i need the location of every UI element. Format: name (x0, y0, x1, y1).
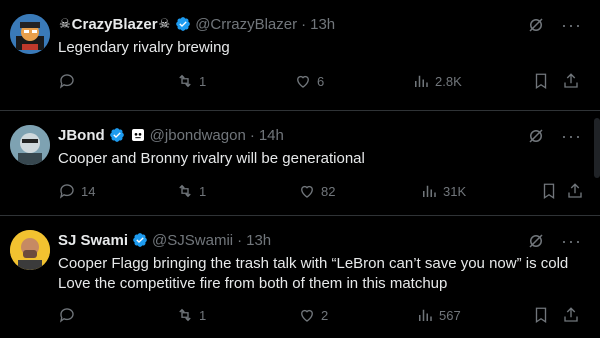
more-options-icon[interactable]: ··· (561, 127, 582, 145)
views-button[interactable]: 567 (416, 306, 461, 324)
reply-button[interactable]: 14 (58, 182, 95, 200)
share-icon (564, 307, 578, 322)
heart-icon (301, 309, 313, 322)
reply-icon (59, 74, 74, 89)
avatar[interactable] (10, 14, 50, 54)
tweet-1[interactable]: ☠ CrazyBlazer ☠ @CrrazyBlazer · 13h ··· … (0, 0, 600, 108)
share-button[interactable] (566, 182, 584, 200)
grok-icon[interactable] (527, 232, 545, 250)
grok-icon[interactable] (527, 127, 545, 145)
reply-count: 14 (81, 183, 96, 199)
tweet-text: Cooper and Bronny rivalry will be genera… (58, 150, 365, 167)
views-count: 31K (443, 183, 467, 199)
timestamp[interactable]: 13h (246, 232, 271, 249)
display-name[interactable]: SJ Swami (58, 232, 128, 249)
verified-badge-icon (133, 233, 147, 247)
like-count: 6 (317, 73, 325, 89)
bookmark-button[interactable] (532, 72, 550, 90)
tweet-text: Cooper Flagg bringing the trash talk wit… (58, 255, 569, 292)
verified-badge-icon (176, 17, 191, 31)
retweet-button[interactable]: 1 (176, 72, 206, 90)
bookmark-icon (543, 183, 555, 200)
retweet-count: 1 (199, 183, 207, 199)
share-icon (564, 73, 578, 88)
share-button[interactable] (562, 72, 580, 90)
tweet-text: Legendary rivalry brewing (58, 39, 230, 56)
affiliate-badge-icon (131, 129, 144, 141)
share-button[interactable] (562, 306, 580, 324)
views-button[interactable]: 2.8K (412, 72, 462, 90)
views-chart-icon (423, 185, 436, 197)
share-icon (568, 183, 582, 198)
reply-button[interactable] (58, 306, 81, 324)
handle[interactable]: @jbondwagon (150, 127, 246, 144)
verified-badge-icon (109, 128, 124, 142)
separator-dot: · (237, 231, 243, 249)
avatar[interactable] (10, 125, 50, 165)
retweet-count: 1 (199, 73, 207, 89)
like-count: 82 (321, 183, 336, 199)
heart-icon (297, 75, 309, 88)
grok-icon[interactable] (527, 16, 545, 34)
views-count: 2.8K (435, 73, 462, 89)
reply-button[interactable] (58, 72, 81, 90)
bookmark-icon (535, 73, 547, 90)
views-chart-icon (419, 309, 432, 321)
reply-icon (59, 184, 74, 199)
bookmark-button[interactable] (540, 182, 558, 200)
separator-dot: · (249, 126, 255, 144)
tweet-2[interactable]: JBond @jbondwagon · 14h ··· Cooper and B… (0, 111, 600, 214)
skull-crossbones-icon: ☠ (158, 16, 171, 31)
like-button[interactable]: 2 (298, 306, 328, 324)
handle[interactable]: @CrrazyBlazer (195, 16, 297, 33)
handle[interactable]: @SJSwamii (152, 232, 233, 249)
views-count: 567 (439, 307, 461, 323)
bookmark-icon (535, 307, 547, 324)
tweet-3[interactable]: SJ Swami @SJSwamii · 13h ··· Cooper Flag… (0, 216, 600, 338)
like-button[interactable]: 82 (298, 182, 335, 200)
more-options-icon[interactable]: ··· (561, 16, 582, 34)
timestamp[interactable]: 13h (310, 16, 335, 33)
retweet-button[interactable]: 1 (176, 182, 206, 200)
bookmark-button[interactable] (532, 306, 550, 324)
timestamp[interactable]: 14h (259, 127, 284, 144)
retweet-icon (179, 184, 191, 198)
avatar[interactable] (10, 230, 50, 270)
more-options-icon[interactable]: ··· (561, 232, 582, 250)
retweet-button[interactable]: 1 (176, 306, 206, 324)
like-count: 2 (321, 307, 329, 323)
separator-dot: · (301, 15, 307, 33)
views-chart-icon (415, 75, 428, 87)
display-name[interactable]: JBond (58, 127, 105, 144)
skull-crossbones-icon: ☠ (59, 16, 71, 31)
views-button[interactable]: 31K (420, 182, 466, 200)
display-name[interactable]: CrazyBlazer (72, 16, 158, 33)
reply-icon (59, 308, 74, 323)
like-button[interactable]: 6 (294, 72, 324, 90)
retweet-count: 1 (199, 307, 207, 323)
scrollbar[interactable] (594, 118, 600, 178)
retweet-icon (179, 308, 191, 322)
retweet-icon (179, 74, 191, 88)
heart-icon (301, 185, 313, 198)
